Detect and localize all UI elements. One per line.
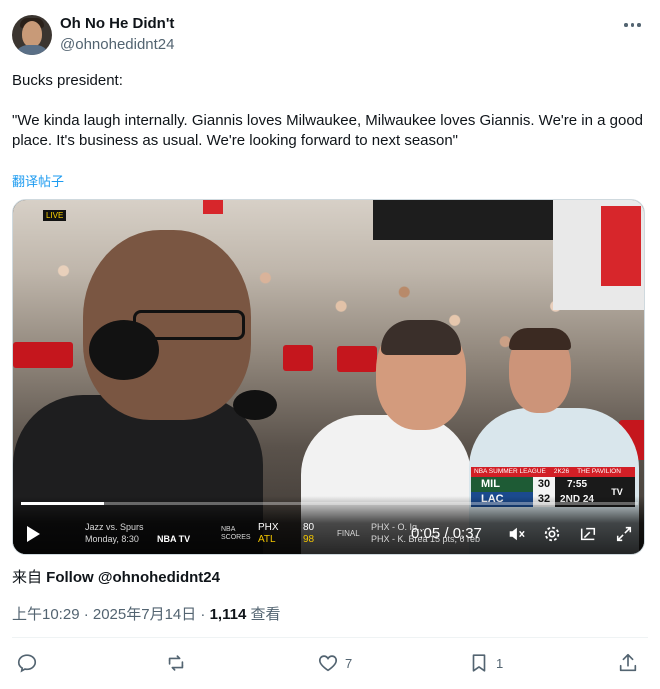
divider: [12, 637, 648, 638]
share-icon: [619, 653, 637, 672]
scorebug-brand: 2K26: [553, 468, 570, 475]
ticker-final: FINAL: [337, 529, 360, 538]
bookmark-icon: [472, 654, 486, 672]
scorebug-header: NBA SUMMER LEAGUE: [474, 468, 546, 475]
progress-bar[interactable]: [21, 502, 638, 505]
progress-fill: [21, 502, 105, 505]
mute-icon[interactable]: [507, 525, 525, 543]
tweet-meta: 上午10:29 · 2025年7月14日 · 1,114 查看: [12, 603, 280, 624]
picture-in-picture-icon[interactable]: [579, 525, 597, 543]
ticker-score-b: 98: [303, 534, 315, 545]
time-display: 0:05 / 0:37: [411, 525, 482, 542]
play-icon[interactable]: [27, 526, 40, 542]
views-label: 查看: [246, 606, 281, 623]
scorebug-venue: THE PAVILION: [577, 468, 621, 475]
source-link[interactable]: Follow @ohnohedidnt24: [46, 569, 220, 586]
like-count: 7: [345, 655, 353, 671]
game-clock: 7:55: [555, 477, 599, 492]
share-button[interactable]: [617, 651, 639, 675]
tweet-text-line1: Bucks president:: [12, 72, 123, 89]
score-ticker: Jazz vs. Spurs Monday, 8:30 NBA TV NBA S…: [53, 522, 613, 548]
author-name[interactable]: Oh No He Didn't: [60, 15, 174, 32]
bookmark-button[interactable]: 1: [468, 651, 503, 675]
tweet-text-quote: "We kinda laugh internally. Giannis love…: [12, 112, 648, 149]
reply-button[interactable]: [16, 651, 44, 675]
translate-link[interactable]: 翻译帖子: [12, 171, 64, 190]
ticker-score-a: 80: [303, 522, 315, 533]
settings-gear-icon[interactable]: [543, 525, 561, 543]
reply-icon: [17, 654, 37, 673]
ticker-scores-label: NBA SCORES: [221, 526, 251, 541]
source-line: 来自 Follow @ohnohedidnt24: [12, 566, 220, 587]
like-button[interactable]: 7: [317, 651, 352, 675]
views-count: 1,114: [209, 606, 247, 623]
author-handle[interactable]: @ohnohedidnt24: [60, 36, 175, 53]
tweet-text: Bucks president: "We kinda laugh interna…: [12, 71, 650, 171]
source-prefix: 来自: [12, 569, 47, 586]
team1-score: 30: [533, 477, 555, 492]
ticker-team-b: ATL: [258, 534, 276, 545]
ticker-game-time: Monday, 8:30: [85, 534, 139, 544]
video-player[interactable]: LIVE NBA SUMMER LEAGUE 2K26 THE PAVILION…: [12, 199, 645, 555]
bookmark-count: 1: [496, 655, 504, 671]
retweet-icon: [168, 655, 184, 671]
retweet-button[interactable]: [165, 651, 193, 675]
ticker-team-a: PHX: [258, 522, 279, 533]
heart-icon: [318, 655, 338, 672]
tweet-header: Oh No He Didn't @ohnohedidnt24: [12, 13, 648, 57]
live-badge: LIVE: [43, 210, 67, 221]
avatar[interactable]: [12, 15, 52, 55]
more-options-icon[interactable]: [624, 19, 644, 31]
ticker-nbatv: NBA TV: [157, 534, 191, 544]
fullscreen-icon[interactable]: [615, 525, 633, 543]
tweet-timestamp[interactable]: 上午10:29 · 2025年7月14日 ·: [12, 606, 210, 623]
action-bar: 7 1: [12, 648, 648, 678]
ticker-game: Jazz vs. Spurs: [85, 522, 144, 532]
team1-name: MIL: [481, 478, 500, 490]
